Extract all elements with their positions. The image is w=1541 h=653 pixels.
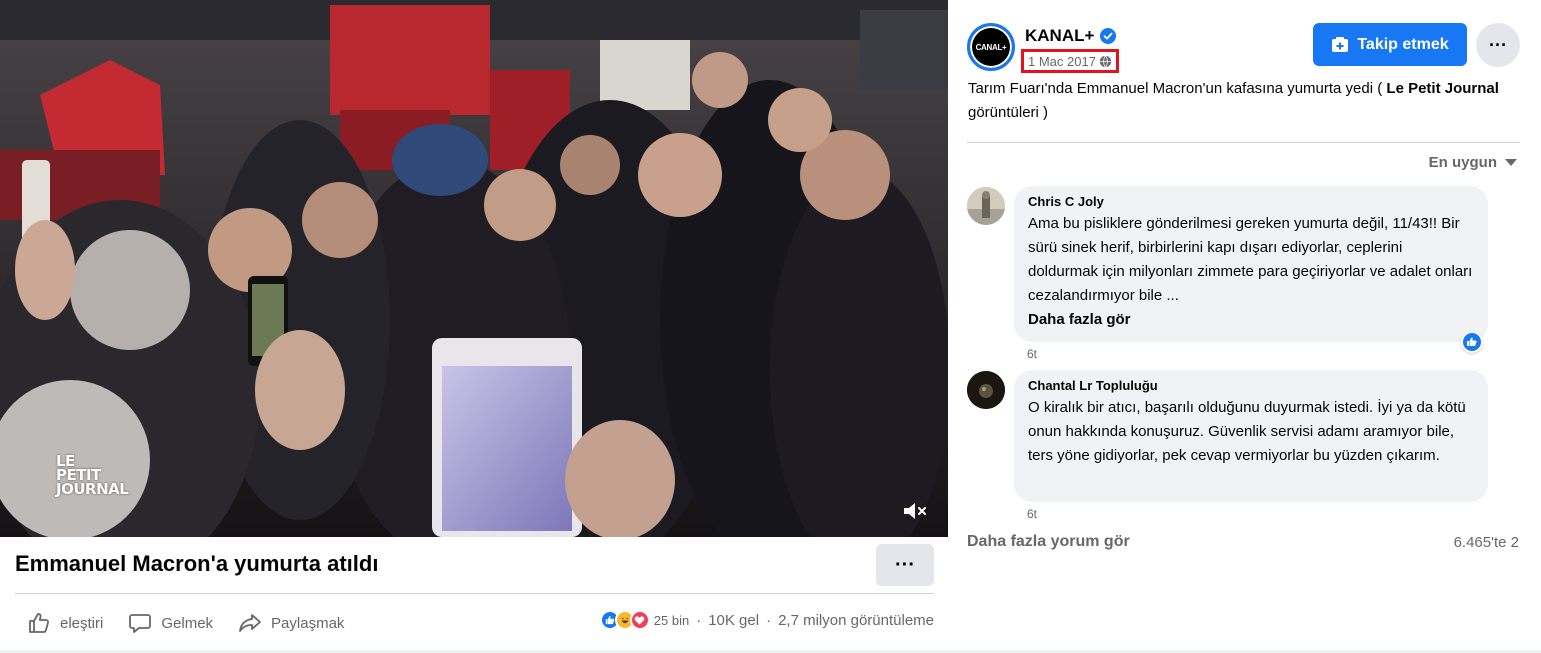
post-date-highlight[interactable]: 1 Mac 2017: [1021, 49, 1119, 73]
comment-like-badge[interactable]: [1461, 331, 1483, 353]
mute-toggle[interactable]: [898, 496, 932, 526]
love-reaction-icon: [629, 610, 650, 630]
commenter-avatar[interactable]: [967, 371, 1005, 409]
separator: ·: [696, 611, 702, 629]
reaction-count[interactable]: 25 bin: [654, 613, 689, 628]
follow-button[interactable]: Takip etmek: [1313, 23, 1467, 66]
video-stats: 25 bin · 10K gel · 2,7 milyon görüntülem…: [599, 610, 934, 630]
reaction-icons[interactable]: [599, 610, 650, 630]
post-caption: Tarım Fuarı'nda Emmanuel Macron'un kafas…: [968, 77, 1528, 125]
caption-link[interactable]: Le Petit Journal: [1386, 80, 1499, 97]
follow-label: Takip etmek: [1357, 35, 1449, 53]
comment-bubble: Chantal Lr Topluluğu O kiralık bir atıcı…: [1014, 370, 1488, 502]
video-title: Emmanuel Macron'a yumurta atıldı: [15, 551, 379, 576]
comment-text: Ama bu pisliklere gönderilmesi gereken y…: [1028, 215, 1473, 304]
share-icon: [237, 610, 263, 636]
comment-label: Gelmek: [161, 614, 214, 632]
comment-timestamp[interactable]: 6t: [1027, 507, 1037, 521]
like-button[interactable]: eleştiri: [26, 610, 103, 636]
divider: [967, 142, 1520, 143]
comment-timestamp[interactable]: 6t: [1027, 347, 1037, 361]
like-reaction-icon: [1463, 333, 1481, 351]
comment-author[interactable]: Chantal Lr Topluluğu: [1028, 378, 1474, 393]
caption-text-end: görüntüleri ): [968, 104, 1049, 121]
divider: [15, 593, 934, 594]
page-name-link[interactable]: KANAL+: [1025, 26, 1117, 46]
view-more-comments-link[interactable]: Daha fazla yorum gör: [967, 533, 1130, 551]
action-bar: eleştiri Gelmek Paylaşmak: [26, 608, 368, 638]
like-label: eleştiri: [60, 614, 104, 632]
view-count: 2,7 milyon görüntüleme: [778, 611, 934, 629]
page-avatar[interactable]: CANAL+: [967, 23, 1015, 71]
le-petit-journal-watermark: LE PETIT JOURNAL: [56, 452, 129, 498]
video-frame: [0, 0, 948, 537]
comment-text: O kiralık bir atıcı, başarılı olduğunu d…: [1028, 399, 1466, 464]
see-more-link[interactable]: Daha fazla gör: [1028, 308, 1474, 332]
more-dots-icon: ···: [895, 553, 915, 576]
sort-label: En uygun: [1428, 154, 1497, 171]
canal-plus-logo: CANAL+: [975, 42, 1007, 52]
verified-badge-icon: [1100, 28, 1117, 44]
share-button[interactable]: Paylaşmak: [237, 610, 344, 636]
comment-count[interactable]: 10K gel: [708, 612, 759, 629]
speaker-muted-icon: [904, 503, 926, 519]
globe-icon: [1099, 55, 1112, 67]
video-more-options-button[interactable]: ···: [876, 544, 934, 586]
comment-icon: [127, 610, 153, 636]
thumbs-up-icon: [26, 610, 52, 636]
follow-icon: [1332, 36, 1349, 52]
caret-down-icon: [1505, 158, 1517, 166]
separator: ·: [766, 611, 772, 629]
comment-button[interactable]: Gelmek: [127, 610, 213, 636]
caption-text: Tarım Fuarı'nda Emmanuel Macron'un kafas…: [968, 80, 1387, 97]
comment-sort-dropdown[interactable]: En uygun: [1429, 154, 1517, 171]
comment-author[interactable]: Chris C Joly: [1028, 194, 1474, 209]
comment-page-count: 6.465'te 2: [1453, 534, 1519, 551]
video-player[interactable]: LE PETIT JOURNAL: [0, 0, 948, 537]
post-more-options-button[interactable]: ···: [1476, 23, 1520, 67]
share-label: Paylaşmak: [271, 614, 345, 632]
commenter-avatar[interactable]: [967, 187, 1005, 225]
post-date: 1 Mac 2017: [1028, 53, 1096, 69]
comment-bubble: Chris C Joly Ama bu pisliklere gönderilm…: [1014, 186, 1488, 342]
more-dots-icon: ···: [1489, 34, 1507, 55]
page-name: KANAL+: [1025, 26, 1095, 45]
